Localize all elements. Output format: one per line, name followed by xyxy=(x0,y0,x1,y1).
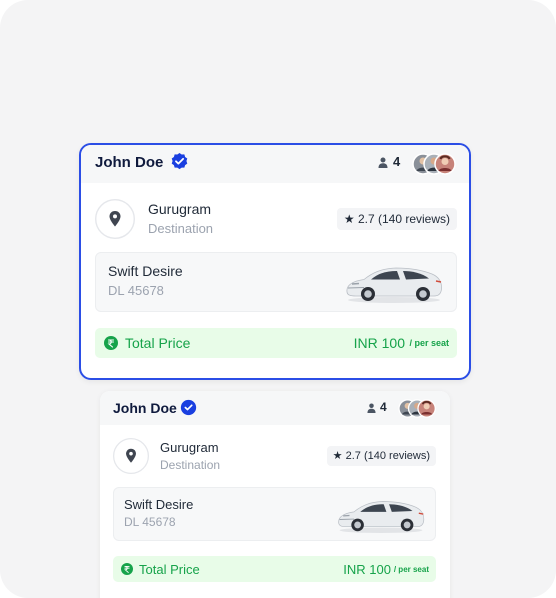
person-icon xyxy=(378,157,388,168)
rupee-icon xyxy=(104,336,118,350)
price-value: INR 100 xyxy=(353,335,405,351)
destination-row: Gurugram Destination ★ 2.7 (140 reviews) xyxy=(95,199,457,241)
ride-list-panel: John Doe 4 Gurugram Destination ★ 2.7 (1… xyxy=(0,0,556,598)
card-header: John Doe 4 xyxy=(100,391,450,425)
vehicle-info: Swift Desire DL 45678 xyxy=(95,252,457,312)
price-bar: Total Price INR 100 / per seat xyxy=(95,328,457,358)
car-plate: DL 45678 xyxy=(108,283,164,298)
car-image xyxy=(336,495,426,535)
destination-city: Gurugram xyxy=(148,201,212,217)
price-unit: / per seat xyxy=(393,565,429,574)
seat-count: 4 xyxy=(393,154,401,169)
passenger-avatars[interactable] xyxy=(397,399,439,418)
price-unit: / per seat xyxy=(409,338,449,348)
rupee-icon xyxy=(121,563,133,575)
seat-count: 4 xyxy=(380,400,387,414)
destination-label: Destination xyxy=(148,221,214,236)
ride-card[interactable]: John Doe 4 Gurugram Destination ★ 2.7 (1… xyxy=(100,391,450,598)
card-header: John Doe 4 xyxy=(81,145,469,183)
rating-badge: ★ 2.7 (140 reviews) xyxy=(326,446,436,466)
price-label: Total Price xyxy=(125,335,191,351)
vehicle-info: Swift Desire DL 45678 xyxy=(113,487,436,541)
star-icon: ★ xyxy=(332,450,343,462)
location-pin-icon xyxy=(113,438,149,474)
price-bar: Total Price INR 100 / per seat xyxy=(113,556,436,582)
rating-badge: ★ 2.7 (140 reviews) xyxy=(336,208,457,230)
driver-name: John Doe xyxy=(95,154,164,171)
car-plate: DL 45678 xyxy=(124,515,176,529)
driver-name: John Doe xyxy=(113,400,177,416)
rating-value: 2.7 xyxy=(345,450,361,462)
star-icon: ★ xyxy=(343,212,355,226)
price-label: Total Price xyxy=(139,562,200,577)
verified-badge-icon xyxy=(180,399,197,416)
person-icon xyxy=(367,403,376,413)
car-model: Swift Desire xyxy=(124,497,194,512)
price-value: INR 100 xyxy=(343,562,391,577)
destination-row: Gurugram Destination ★ 2.7 (140 reviews) xyxy=(113,438,436,476)
car-image xyxy=(344,261,444,305)
rating-value: 2.7 xyxy=(357,212,375,226)
destination-city: Gurugram xyxy=(160,440,219,455)
ride-card-selected[interactable]: John Doe 4 Gurugram Destination ★ 2.7 (1… xyxy=(79,143,471,380)
review-count: (140 reviews) xyxy=(377,212,450,226)
review-count: (140 reviews) xyxy=(363,450,430,462)
location-pin-icon xyxy=(95,199,135,239)
passenger-avatars[interactable] xyxy=(412,153,458,175)
verified-badge-icon xyxy=(170,152,189,171)
destination-label: Destination xyxy=(160,458,221,472)
car-model: Swift Desire xyxy=(108,263,183,279)
